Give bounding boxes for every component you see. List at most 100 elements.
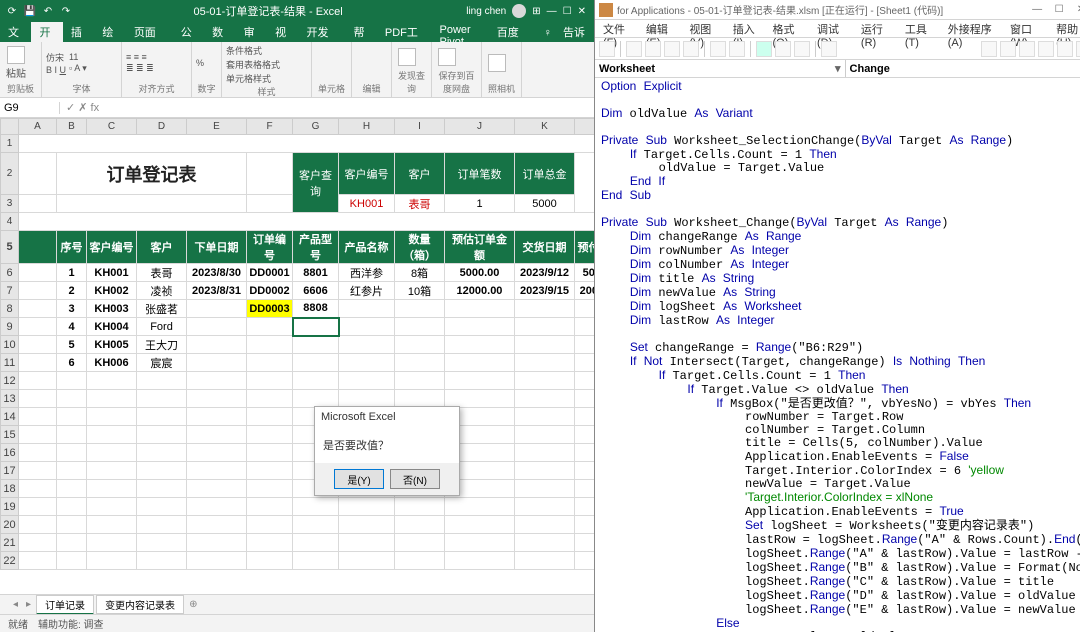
menu-debug[interactable]: 调试(D)	[811, 20, 855, 37]
tab-data[interactable]: 数据	[204, 22, 235, 42]
tb-run-icon[interactable]	[756, 41, 772, 57]
tab-baidu[interactable]: 百度网盘	[489, 22, 536, 42]
cell-deliv[interactable]	[515, 300, 575, 318]
cell-qty[interactable]: 8箱	[395, 264, 445, 282]
cell-model[interactable]	[293, 318, 339, 336]
cell-qty[interactable]: 10箱	[395, 282, 445, 300]
cell-deliv[interactable]	[515, 336, 575, 354]
cell-seq[interactable]: 4	[57, 318, 87, 336]
redo-icon[interactable]: ↷	[59, 4, 73, 18]
tb-reset-icon[interactable]	[794, 41, 810, 57]
cell-prod[interactable]	[339, 300, 395, 318]
qv-cnt[interactable]: 1	[445, 195, 515, 213]
cell-pre[interactable]	[575, 300, 595, 318]
cell-pre[interactable]	[575, 318, 595, 336]
cell-date[interactable]	[187, 354, 247, 372]
menu-insert[interactable]: 插入(I)	[727, 20, 767, 37]
tab-home[interactable]: 开始	[31, 22, 62, 42]
vbe-maximize-icon[interactable]: ☐	[1048, 4, 1070, 15]
tb-indent-icon[interactable]	[981, 41, 997, 57]
menu-format[interactable]: 格式(O)	[767, 20, 811, 37]
cell-model[interactable]	[293, 336, 339, 354]
cell-style[interactable]: 单元格样式	[226, 72, 280, 85]
cell-custid[interactable]: KH003	[87, 300, 137, 318]
fx-icon[interactable]: ✓ ✗ fx	[60, 101, 105, 114]
cell-model[interactable]: 8801	[293, 264, 339, 282]
tb-uncomment-icon[interactable]	[1057, 41, 1073, 57]
cell-amt[interactable]	[445, 336, 515, 354]
cell-pre[interactable]	[575, 336, 595, 354]
cell-cust[interactable]: 表哥	[137, 264, 187, 282]
sheet-tab-2[interactable]: 变更内容记录表	[96, 595, 184, 614]
tab-formula[interactable]: 公式	[173, 22, 204, 42]
vbe-minimize-icon[interactable]: —	[1026, 4, 1048, 15]
object-dropdown[interactable]: Worksheet	[595, 60, 846, 77]
cell-date[interactable]	[187, 318, 247, 336]
tb-redo-icon[interactable]	[729, 41, 745, 57]
tb-outdent-icon[interactable]	[1000, 41, 1016, 57]
menu-addins[interactable]: 外接程序(A)	[942, 20, 1004, 37]
cell-custid[interactable]: KH005	[87, 336, 137, 354]
tab-pdf[interactable]: PDF工具集	[377, 22, 432, 42]
tab-view[interactable]: 视图	[267, 22, 298, 42]
cell-pre[interactable]: 2000.00	[575, 282, 595, 300]
code-pane[interactable]: Option Explicit Dim oldValue As Variant …	[595, 78, 1080, 632]
vbe-close-icon[interactable]: ✕	[1070, 4, 1080, 15]
cell-cust[interactable]: 王大刀	[137, 336, 187, 354]
sheet-add-icon[interactable]: ⊕	[186, 599, 200, 610]
menu-tools[interactable]: 工具(T)	[899, 20, 942, 37]
cell-custid[interactable]: KH006	[87, 354, 137, 372]
sheet-nav-prev[interactable]: ◂	[10, 599, 21, 610]
save-icon[interactable]: 💾	[23, 4, 37, 18]
tb-undo-icon[interactable]	[710, 41, 726, 57]
tab-insert[interactable]: 插入	[63, 22, 94, 42]
cell-qty[interactable]	[395, 300, 445, 318]
tab-powerpivot[interactable]: Power Pivot	[432, 22, 489, 42]
qv-amt[interactable]: 5000	[515, 195, 575, 213]
ribbon-opts-icon[interactable]: ⊞	[532, 6, 540, 17]
cell-cust[interactable]: Ford	[137, 318, 187, 336]
close-icon[interactable]: ✕	[578, 6, 586, 17]
tab-review[interactable]: 审阅	[236, 22, 267, 42]
cell-qty[interactable]	[395, 336, 445, 354]
cond-format[interactable]: 条件格式	[226, 44, 280, 57]
menu-window[interactable]: 窗口(W)	[1004, 20, 1050, 37]
cell-amt[interactable]	[445, 300, 515, 318]
cell-prod[interactable]	[339, 354, 395, 372]
cell-seq[interactable]: 1	[57, 264, 87, 282]
msgbox-no-button[interactable]: 否(N)	[390, 469, 440, 489]
worksheet-grid[interactable]: ABCDEFGHIJKL 1 2订单登记表 客户查询 客户编号 客户 订单笔数 …	[0, 118, 594, 594]
tab-tell-me[interactable]: ♀ 告诉我	[536, 22, 594, 42]
cell-order[interactable]	[247, 354, 293, 372]
paste-button[interactable]: 粘贴	[4, 44, 28, 82]
minimize-icon[interactable]: —	[547, 6, 557, 17]
cell-deliv[interactable]	[515, 354, 575, 372]
cell-amt[interactable]: 12000.00	[445, 282, 515, 300]
cell-order[interactable]	[247, 318, 293, 336]
sheet-tab-1[interactable]: 订单记录	[36, 595, 94, 615]
cell-prod[interactable]	[339, 318, 395, 336]
maximize-icon[interactable]: ☐	[563, 6, 572, 17]
menu-help[interactable]: 帮助(H)	[1050, 20, 1080, 37]
cell-deliv[interactable]: 2023/9/12	[515, 264, 575, 282]
cell-order[interactable]: DD0002	[247, 282, 293, 300]
menu-edit[interactable]: 编辑(E)	[640, 20, 683, 37]
cell-seq[interactable]: 5	[57, 336, 87, 354]
cell-qty[interactable]	[395, 354, 445, 372]
tb-bp-icon[interactable]	[1019, 41, 1035, 57]
tab-file[interactable]: 文件	[0, 22, 31, 42]
camera-button[interactable]	[486, 52, 508, 74]
tb-save-icon[interactable]	[626, 41, 642, 57]
tb-paste-icon[interactable]	[683, 41, 699, 57]
tb-comment-icon[interactable]	[1038, 41, 1054, 57]
cell-model[interactable]: 8808	[293, 300, 339, 318]
table-format[interactable]: 套用表格格式	[226, 58, 280, 71]
cell-amt[interactable]	[445, 354, 515, 372]
cell-date[interactable]: 2023/8/31	[187, 282, 247, 300]
tb-view-icon[interactable]	[599, 41, 615, 57]
tab-draw[interactable]: 绘图	[94, 22, 125, 42]
qv-cust[interactable]: 表哥	[395, 195, 445, 213]
menu-view[interactable]: 视图(V)	[683, 20, 726, 37]
procedure-dropdown[interactable]: Change	[846, 60, 1080, 77]
cell-custid[interactable]: KH004	[87, 318, 137, 336]
